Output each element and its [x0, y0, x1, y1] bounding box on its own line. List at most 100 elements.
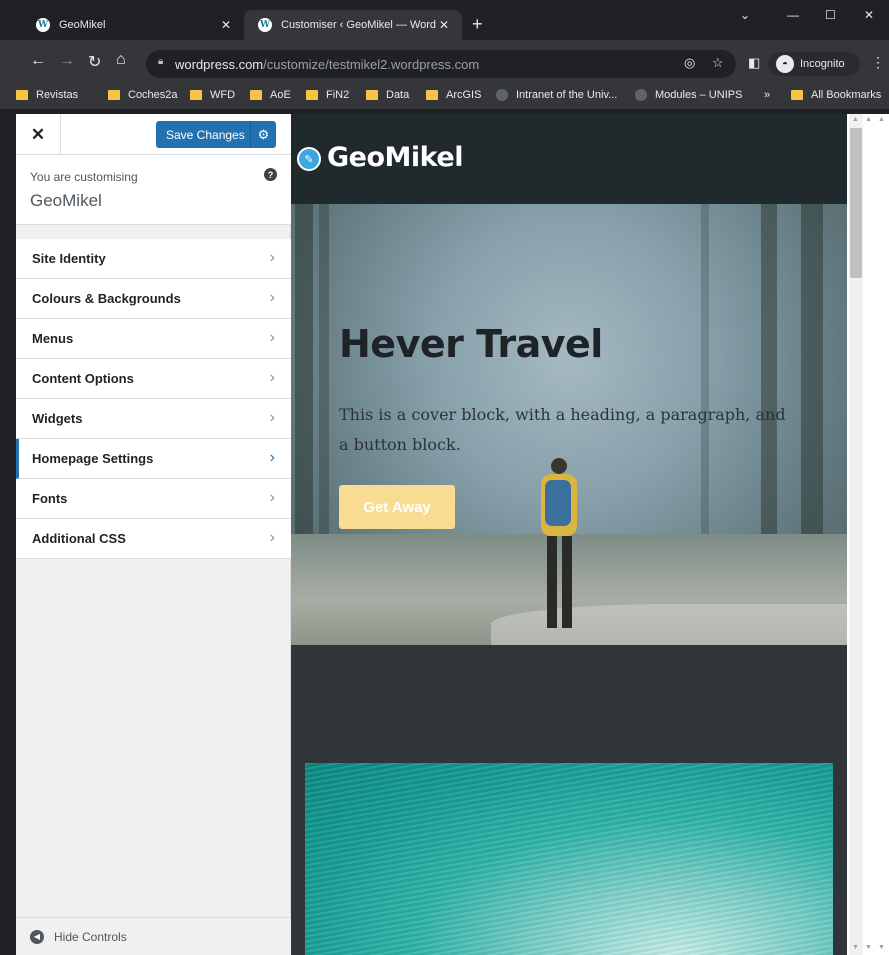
- site-title[interactable]: GeoMikel: [327, 142, 463, 173]
- site-name: GeoMikel: [30, 191, 102, 210]
- bookmark-item[interactable]: Modules – UNIPS: [635, 89, 742, 101]
- tab-title: GeoMikel: [59, 19, 106, 31]
- folder-icon: [250, 90, 262, 100]
- cover-paragraph: This is a cover block, with a heading, a…: [339, 405, 786, 454]
- gear-icon[interactable]: ⚙: [250, 121, 276, 148]
- scroll-down-icon[interactable]: ▼: [852, 944, 859, 951]
- browser-tab[interactable]: W GeoMikel ✕: [22, 10, 244, 40]
- eye-off-icon[interactable]: ◎: [684, 55, 695, 71]
- globe-icon: [496, 89, 508, 101]
- close-window-icon[interactable]: ✕: [864, 8, 874, 22]
- tree-trunk: [701, 204, 709, 544]
- customizer-panel: ✕ Save Changes ⚙ You are customising ? G…: [16, 114, 291, 955]
- customizer-info: You are customising ? GeoMikel: [16, 155, 291, 225]
- help-icon[interactable]: ?: [264, 168, 277, 181]
- bookmark-item[interactable]: Intranet of the Univ...: [496, 89, 617, 101]
- menu-item-fonts[interactable]: Fonts ›: [16, 479, 291, 519]
- wordpress-icon: W: [36, 18, 50, 32]
- save-changes-button[interactable]: Save Changes ⚙: [156, 121, 276, 148]
- tab-search-icon[interactable]: ⌄: [740, 8, 750, 22]
- scrollbar-thumb[interactable]: [850, 128, 862, 278]
- scroll-up-icon[interactable]: ▲: [852, 116, 859, 123]
- globe-icon: [635, 89, 647, 101]
- menu-item-site-identity[interactable]: Site Identity ›: [16, 239, 291, 279]
- menu-item-label: Menus: [32, 331, 74, 346]
- hide-controls-button[interactable]: ◀ Hide Controls: [16, 917, 291, 955]
- cover-block: Hever Travel This is a cover block, with…: [291, 204, 847, 645]
- edit-shortcut-icon[interactable]: ✎: [297, 147, 321, 171]
- menu-item-label: Content Options: [32, 371, 134, 386]
- get-away-button[interactable]: Get Away: [339, 485, 455, 529]
- chevron-right-icon: ›: [269, 289, 275, 306]
- bookmark-label: ArcGIS: [446, 89, 482, 101]
- menu-item-homepage-settings[interactable]: Homepage Settings ›: [16, 439, 291, 479]
- chevron-right-icon: ›: [269, 489, 275, 506]
- preview-scrollbar[interactable]: ▲ ▲ ▲ ▼ ▼ ▼: [847, 114, 889, 955]
- side-panel-icon[interactable]: ◧: [748, 55, 760, 71]
- bookmark-item[interactable]: AoE: [250, 89, 291, 101]
- scroll-up-icon[interactable]: ▲: [878, 116, 885, 123]
- reload-icon[interactable]: ↻: [88, 52, 101, 72]
- chevron-right-icon: ›: [269, 329, 275, 346]
- incognito-badge[interactable]: ◓ Incognito: [768, 52, 860, 76]
- menu-item-label: Colours & Backgrounds: [32, 291, 181, 306]
- star-icon[interactable]: ☆: [712, 55, 724, 71]
- bookmark-item[interactable]: ArcGIS: [426, 89, 481, 101]
- maximize-icon[interactable]: ☐: [825, 8, 836, 22]
- menu-kebab-icon[interactable]: ⋮: [871, 54, 885, 71]
- close-customizer-button[interactable]: ✕: [16, 114, 61, 155]
- bookmark-label: Data: [386, 89, 410, 101]
- folder-icon: [16, 90, 28, 100]
- folder-icon: [306, 90, 318, 100]
- scroll-down-icon[interactable]: ▼: [878, 944, 885, 951]
- water-texture: [305, 763, 833, 955]
- scroll-down-icon[interactable]: ▼: [865, 944, 872, 951]
- browser-tab-active[interactable]: W Customiser ‹ GeoMikel — Word ✕: [244, 10, 462, 40]
- bookmarks-overflow[interactable]: »: [764, 89, 770, 101]
- bookmark-label: WFD: [210, 89, 236, 101]
- bookmark-label: All Bookmarks: [811, 89, 882, 101]
- menu-item-label: Widgets: [32, 411, 83, 426]
- bookmark-item[interactable]: WFD: [190, 89, 235, 101]
- close-tab-icon[interactable]: ✕: [218, 18, 234, 32]
- hiker-image: [541, 458, 577, 628]
- close-tab-icon[interactable]: ✕: [436, 18, 452, 32]
- home-icon[interactable]: ⌂: [116, 51, 126, 69]
- incognito-label: Incognito: [800, 58, 845, 70]
- lock-icon[interactable]: 🔒︎: [158, 56, 163, 67]
- url-host: wordpress.com: [175, 57, 264, 72]
- customizer-header: ✕ Save Changes ⚙: [16, 114, 291, 155]
- menu-item-menus[interactable]: Menus ›: [16, 319, 291, 359]
- chevron-right-icon: ›: [269, 529, 275, 546]
- save-label: Save Changes: [166, 127, 245, 142]
- back-icon[interactable]: ←: [30, 52, 46, 70]
- menu-item-label: Homepage Settings: [32, 451, 154, 466]
- scroll-up-icon[interactable]: ▲: [865, 116, 872, 123]
- menu-item-colours-backgrounds[interactable]: Colours & Backgrounds ›: [16, 279, 291, 319]
- folder-icon: [426, 90, 438, 100]
- bookmark-label: AoE: [270, 89, 291, 101]
- collapse-icon: ◀: [30, 929, 44, 944]
- menu-item-label: Additional CSS: [32, 531, 126, 546]
- all-bookmarks[interactable]: All Bookmarks: [791, 89, 881, 101]
- tree-trunk: [801, 204, 823, 564]
- chevron-right-icon: ›: [269, 409, 275, 426]
- minimize-icon[interactable]: —: [787, 8, 799, 22]
- menu-item-additional-css[interactable]: Additional CSS ›: [16, 519, 291, 559]
- menu-item-content-options[interactable]: Content Options ›: [16, 359, 291, 399]
- url-text[interactable]: wordpress.com/customize/testmikel2.wordp…: [175, 57, 479, 72]
- menu-item-widgets[interactable]: Widgets ›: [16, 399, 291, 439]
- new-tab-icon[interactable]: +: [472, 14, 483, 35]
- forward-icon[interactable]: →: [59, 52, 75, 70]
- bookmark-item[interactable]: Coches2a: [108, 89, 178, 101]
- bookmark-label: Modules – UNIPS: [655, 89, 743, 101]
- tab-title: Customiser ‹ GeoMikel — Word: [281, 19, 436, 31]
- bookmark-item[interactable]: Revistas: [16, 89, 78, 101]
- tree-trunk: [761, 204, 777, 564]
- url-path: /customize/testmikel2.wordpress.com: [263, 57, 480, 72]
- bookmark-item[interactable]: Data: [366, 89, 409, 101]
- cover-heading: Hever Travel: [339, 322, 603, 366]
- tree-trunk: [295, 204, 313, 564]
- chevron-right-icon: ›: [269, 369, 275, 386]
- bookmark-item[interactable]: FiN2: [306, 89, 349, 101]
